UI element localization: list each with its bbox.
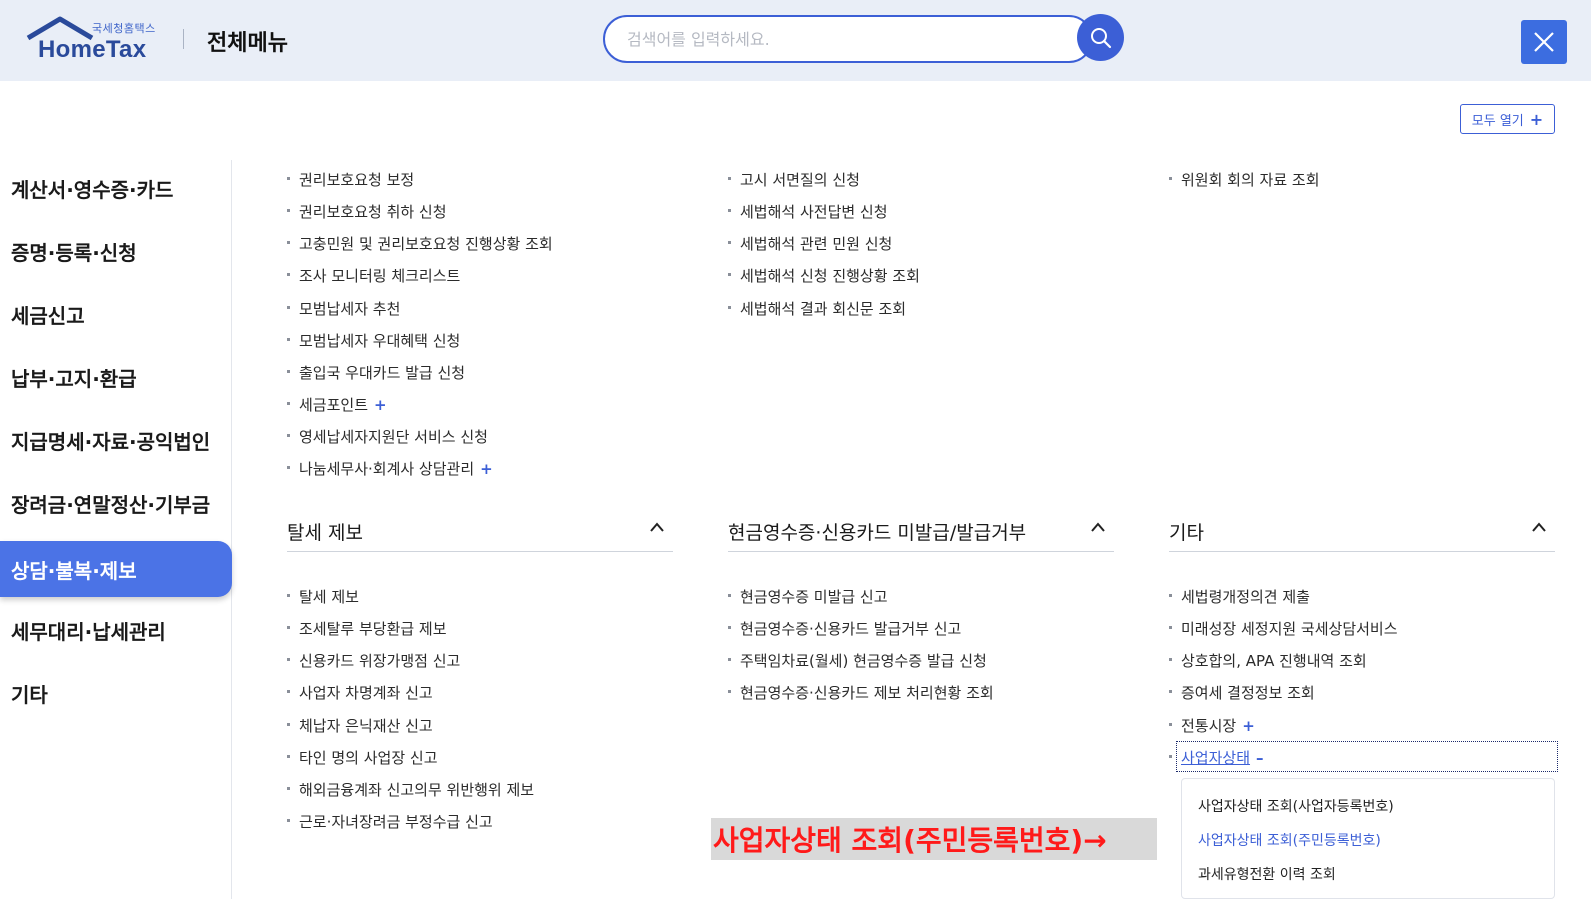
section-title: 현금영수증·신용카드 미발급/발급거부 (728, 522, 1027, 544)
section-header-tax-report[interactable]: 탈세 제보 (287, 512, 673, 552)
sidebar-item-label: 세무대리·납세관리 (11, 619, 166, 644)
chevron-up-icon (1532, 522, 1546, 532)
sidebar-item-incentive[interactable]: 장려금·연말정산·기부금 (0, 475, 232, 531)
sidebar-item-label: 세금신고 (11, 303, 85, 328)
menu-link[interactable]: 사업자 차명계좌 신고 (287, 682, 433, 703)
menu-link-tax-points[interactable]: 세금포인트 + (287, 394, 387, 415)
section-title: 기타 (1169, 522, 1204, 544)
sidebar-item-payment[interactable]: 납부·고지·환급 (0, 349, 232, 405)
menu-link[interactable]: 고시 서면질의 신청 (728, 169, 860, 190)
plus-icon: + (1529, 109, 1544, 129)
section-header-etc[interactable]: 기타 (1169, 512, 1555, 552)
header-divider (183, 29, 184, 49)
logo-subtitle: 국세청홈택스 (92, 22, 156, 35)
sidebar-item-label: 납부·고지·환급 (11, 366, 137, 391)
menu-link-label: 전통시장 (1181, 717, 1237, 735)
menu-link[interactable]: 해외금융계좌 신고의무 위반행위 제보 (287, 779, 534, 800)
menu-link[interactable]: 상호합의, APA 진행내역 조회 (1169, 650, 1367, 671)
sidebar-item-etc[interactable]: 기타 (0, 665, 232, 721)
sidebar-item-label: 장려금·연말정산·기부금 (11, 492, 211, 517)
menu-link[interactable]: 영세납세자지원단 서비스 신청 (287, 426, 488, 447)
sidebar-item-agent[interactable]: 세무대리·납세관리 (0, 602, 232, 658)
menu-link[interactable]: 세법해석 관련 민원 신청 (728, 233, 892, 254)
sidebar-item-label: 기타 (11, 682, 48, 707)
menu-link[interactable]: 체납자 은닉재산 신고 (287, 715, 433, 736)
hometax-logo[interactable]: 국세청홈택스 HomeTax (26, 16, 166, 64)
menu-link-market[interactable]: 전통시장 + (1169, 715, 1255, 736)
menu-link[interactable]: 조세탈루 부당환급 제보 (287, 618, 447, 639)
menu-link[interactable]: 현금영수증 미발급 신고 (728, 586, 888, 607)
close-icon (1534, 32, 1554, 52)
search-button[interactable] (1077, 14, 1124, 61)
logo-text: HomeTax (38, 36, 147, 63)
menu-link-label: 세금포인트 (299, 396, 369, 414)
search-input[interactable] (627, 27, 1067, 51)
menu-link[interactable]: 신용카드 위장가맹점 신고 (287, 650, 460, 671)
sidebar-item-label: 지급명세·자료·공익법인 (11, 429, 211, 454)
menu-link[interactable]: 세법해석 사전답변 신청 (728, 201, 888, 222)
menu-link[interactable]: 미래성장 세정지원 국세상담서비스 (1169, 618, 1398, 639)
chevron-up-icon (650, 522, 664, 532)
expand-plus-icon[interactable]: + (374, 396, 387, 414)
submenu-item[interactable]: 과세유형전환 이력 조회 (1198, 864, 1336, 884)
sidebar-item-tax-report[interactable]: 세금신고 (0, 286, 232, 342)
menu-link[interactable]: 모범납세자 추천 (287, 298, 400, 319)
page-title: 전체메뉴 (207, 31, 288, 56)
menu-link[interactable]: 출입국 우대카드 발급 신청 (287, 362, 465, 383)
chevron-up-icon (1091, 522, 1105, 532)
search-icon (1090, 27, 1111, 48)
section-title: 탈세 제보 (287, 522, 363, 544)
expand-plus-icon[interactable]: + (1242, 717, 1255, 735)
menu-link[interactable]: 모범납세자 우대혜택 신청 (287, 330, 460, 351)
menu-link[interactable]: 권리보호요청 보정 (287, 169, 414, 190)
menu-link[interactable]: 세법해석 신청 진행상황 조회 (728, 265, 920, 286)
menu-link-business-status[interactable]: 사업자상태 – (1169, 747, 1264, 768)
menu-link[interactable]: 주택임차료(월세) 현금영수증 발급 신청 (728, 650, 987, 671)
menu-link[interactable]: 증여세 결정정보 조회 (1169, 682, 1315, 703)
menu-link[interactable]: 타인 명의 사업장 신고 (287, 747, 438, 768)
annotation-callout: 사업자상태 조회(주민등록번호)→ (711, 818, 1157, 860)
menu-link[interactable]: 세법해석 결과 회신문 조회 (728, 298, 906, 319)
menu-link-consulting[interactable]: 나눔세무사·회계사 상담관리 + (287, 458, 493, 479)
open-all-button[interactable]: 모두 열기 + (1460, 104, 1555, 134)
header: 국세청홈택스 HomeTax 전체메뉴 (0, 0, 1591, 81)
sidebar-item-label: 증명·등록·신청 (11, 240, 137, 265)
sidebar-item-statement[interactable]: 지급명세·자료·공익법인 (0, 412, 232, 468)
menu-link[interactable]: 세법령개정의견 제출 (1169, 586, 1310, 607)
sidebar-item-certificate[interactable]: 증명·등록·신청 (0, 223, 232, 279)
menu-link[interactable]: 권리보호요청 취하 신청 (287, 201, 447, 222)
menu-link-label: 나눔세무사·회계사 상담관리 (299, 460, 475, 478)
menu-link[interactable]: 고충민원 및 권리보호요청 진행상황 조회 (287, 233, 553, 254)
section-header-cash-receipt[interactable]: 현금영수증·신용카드 미발급/발급거부 (728, 512, 1114, 552)
submenu-business-status: 사업자상태 조회(사업자등록번호) 사업자상태 조회(주민등록번호) 과세유형전… (1181, 778, 1555, 899)
menu-link[interactable]: 탈세 제보 (287, 586, 359, 607)
menu-link[interactable]: 조사 모니터링 체크리스트 (287, 265, 460, 286)
submenu-item-selected[interactable]: 사업자상태 조회(주민등록번호) (1198, 830, 1381, 850)
menu-link-label: 사업자상태 (1181, 749, 1251, 767)
submenu-item[interactable]: 사업자상태 조회(사업자등록번호) (1198, 796, 1394, 816)
search-box (603, 15, 1093, 63)
close-button[interactable] (1521, 20, 1567, 64)
expand-plus-icon[interactable]: + (480, 460, 493, 478)
menu-link[interactable]: 위원회 회의 자료 조회 (1169, 169, 1320, 190)
menu-link[interactable]: 현금영수증·신용카드 발급거부 신고 (728, 618, 961, 639)
menu-link[interactable]: 현금영수증·신용카드 제보 처리현황 조회 (728, 682, 994, 703)
collapse-minus-icon[interactable]: – (1256, 749, 1264, 767)
open-all-label: 모두 열기 (1471, 113, 1524, 129)
sidebar: 계산서·영수증·카드 증명·등록·신청 세금신고 납부·고지·환급 지급명세·자… (0, 160, 232, 899)
sidebar-item-invoice[interactable]: 계산서·영수증·카드 (0, 160, 232, 216)
sidebar-item-label: 계산서·영수증·카드 (11, 177, 174, 202)
menu-link[interactable]: 근로·자녀장려금 부정수급 신고 (287, 811, 493, 832)
sidebar-item-consult[interactable]: 상담·불복·제보 (0, 541, 232, 597)
sidebar-item-label: 상담·불복·제보 (11, 558, 137, 583)
